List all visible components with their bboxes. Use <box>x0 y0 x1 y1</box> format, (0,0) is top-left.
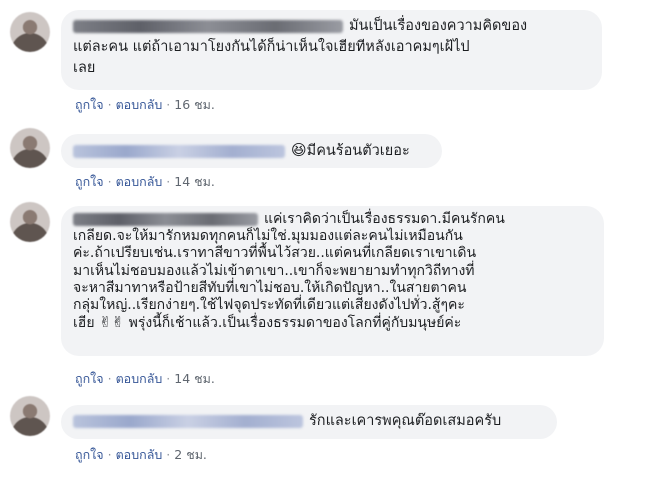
reply-link[interactable]: ตอบกลับ <box>116 174 163 189</box>
like-link[interactable]: ถูกใจ <box>75 174 104 189</box>
comment-timestamp[interactable]: 16 ชม. <box>174 97 215 112</box>
reply-link[interactable]: ตอบกลับ <box>116 97 163 112</box>
victory-hand-icon: ✌✌ <box>99 313 125 332</box>
separator: · <box>107 97 112 112</box>
comment-bubble: 😆มีคนร้อนตัวเยอะ <box>61 134 442 168</box>
separator: · <box>166 371 171 386</box>
reply-link[interactable]: ตอบกลับ <box>116 447 163 462</box>
comment-text-line: เกลียด.จะให้มารักหมดทุกคนก็ไม่ใช่.มุมมอง… <box>73 228 463 245</box>
separator: · <box>166 447 171 462</box>
commenter-name[interactable] <box>73 144 285 158</box>
comment-actions: ถูกใจ · ตอบกลับ · 14 ชม. <box>75 172 215 192</box>
comment-text-line: แค่เราคิดว่าเป็นเรื่องธรรมดา.มีคนรักคน <box>73 211 592 228</box>
commenter-avatar[interactable] <box>10 12 50 52</box>
comment-timestamp[interactable]: 14 ชม. <box>174 174 215 189</box>
comment-text-line: กลุ่มใหญ่..เรียกง่ายๆ.ใช้ไฟจุดประทัดที่เ… <box>73 297 465 314</box>
comment-text-line: ค่ะ.ถ้าเปรียบเช่น.เราทาสีขาวที่พื้นไว้สว… <box>73 245 477 262</box>
comment-timestamp[interactable]: 2 ชม. <box>174 447 207 462</box>
comment-text-line: แต่ละคน แต่ถ้าเอามาโยงกันได้ก็น่าเห็นใจเ… <box>73 39 470 55</box>
reply-link[interactable]: ตอบกลับ <box>116 371 163 386</box>
commenter-avatar[interactable] <box>10 396 50 436</box>
comment-text-line: จะหาสีมาทาหรือป้ายสีทับที่เขาไม่ชอบ.ให้เ… <box>73 279 467 296</box>
separator: · <box>107 174 112 189</box>
comment-text-line: เลย <box>73 60 96 76</box>
comment-text-line: มันเป็นเรื่องของความคิดของ <box>73 16 590 37</box>
commenter-name[interactable] <box>73 19 343 33</box>
comment-text-line: เฮีย ✌✌ พรุ่งนี้ก็เช้าแล้ว.เป็นเรื่องธรร… <box>73 313 462 332</box>
comment-bubble: มันเป็นเรื่องของความคิดของ แต่ละคน แต่ถ้… <box>61 10 602 90</box>
separator: · <box>166 97 171 112</box>
like-link[interactable]: ถูกใจ <box>75 371 104 386</box>
comment-text-line: มาเห็นไม่ชอบมองแล้วไม่เข้าตาเขา..เขาก็จะ… <box>73 262 475 279</box>
comment-actions: ถูกใจ · ตอบกลับ · 2 ชม. <box>75 445 207 465</box>
commenter-name[interactable] <box>73 414 303 428</box>
separator: · <box>107 447 112 462</box>
like-link[interactable]: ถูกใจ <box>75 447 104 462</box>
separator: · <box>107 371 112 386</box>
comment-actions: ถูกใจ · ตอบกลับ · 16 ชม. <box>75 95 215 115</box>
commenter-avatar[interactable] <box>10 128 50 168</box>
comment-actions: ถูกใจ · ตอบกลับ · 14 ชม. <box>75 369 215 389</box>
comment-timestamp[interactable]: 14 ชม. <box>174 371 215 386</box>
separator: · <box>166 174 171 189</box>
commenter-avatar[interactable] <box>10 202 50 242</box>
laughing-emoji-icon: 😆 <box>291 141 307 159</box>
comment-bubble: แค่เราคิดว่าเป็นเรื่องธรรมดา.มีคนรักคน เ… <box>61 206 604 356</box>
commenter-name[interactable] <box>73 212 258 226</box>
comment-bubble: รักและเคารพคุณต๊อดเสมอครับ <box>61 405 557 439</box>
like-link[interactable]: ถูกใจ <box>75 97 104 112</box>
